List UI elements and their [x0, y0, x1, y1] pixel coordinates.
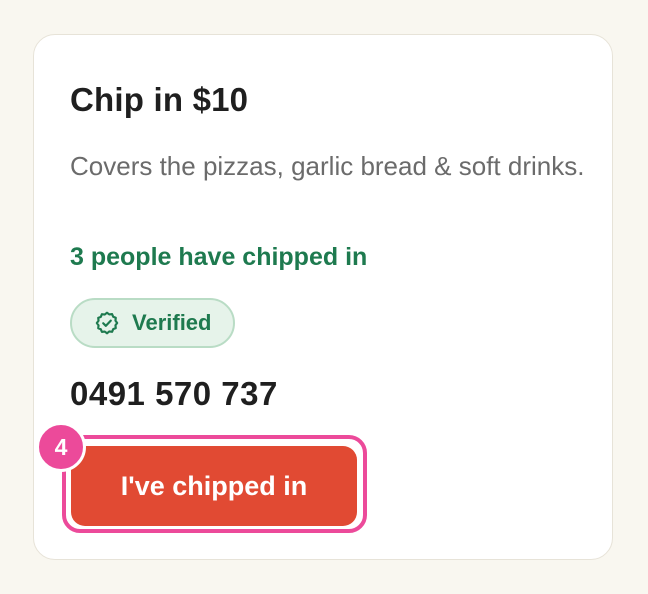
chip-in-card: Chip in $10 Covers the pizzas, garlic br… [33, 34, 613, 560]
phone-number: 0491 570 737 [70, 375, 278, 412]
contributors-count: 3 people have chipped in [70, 243, 368, 271]
chipped-in-button[interactable]: I've chipped in [71, 446, 357, 526]
verified-badge: Verified [70, 298, 236, 348]
check-badge-icon [95, 311, 119, 335]
step-number-badge: 4 [36, 422, 86, 472]
card-description: Covers the pizzas, garlic bread & soft d… [70, 151, 585, 181]
card-title: Chip in $10 [70, 81, 249, 118]
verified-badge-label: Verified [132, 310, 212, 335]
